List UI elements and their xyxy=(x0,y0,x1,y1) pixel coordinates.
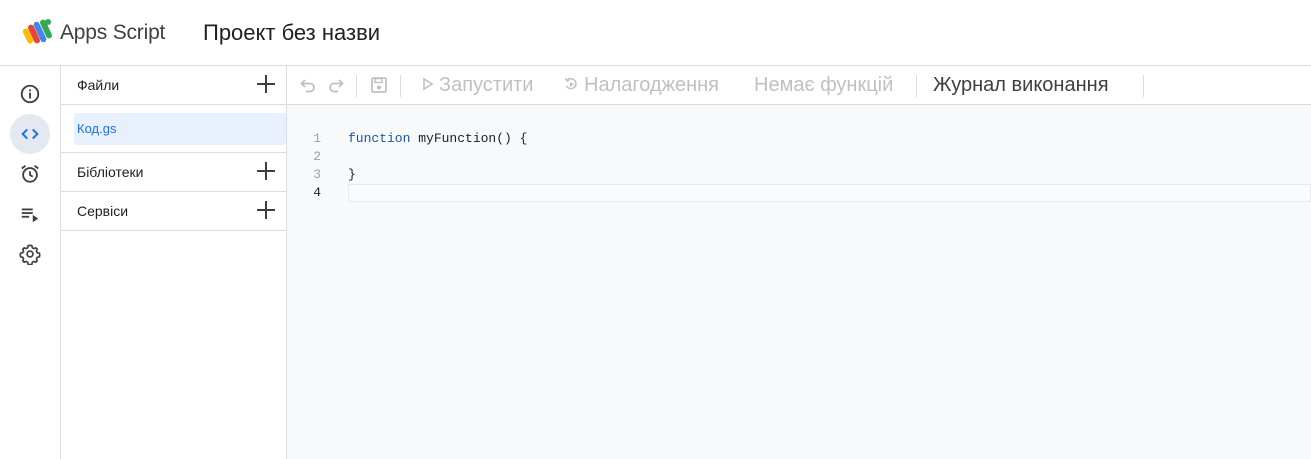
services-section-header: Сервіси xyxy=(61,192,286,231)
debug-icon xyxy=(564,77,577,90)
toolbar-divider xyxy=(400,75,401,97)
function-select[interactable]: Немає функцій xyxy=(754,74,893,97)
app-name[interactable]: Apps Script xyxy=(60,21,165,45)
alarm-clock-icon xyxy=(21,165,39,183)
gear-icon xyxy=(19,244,41,265)
line-content: } xyxy=(348,167,356,182)
line-number: 1 xyxy=(313,131,321,146)
files-label: Файли xyxy=(77,77,120,93)
debug-button[interactable]: Налагодження xyxy=(584,74,719,97)
current-line-highlight xyxy=(348,184,1311,202)
add-file-button[interactable] xyxy=(256,74,276,94)
toolbar-divider xyxy=(916,75,917,97)
undo-icon[interactable] xyxy=(299,76,317,94)
apps-script-logo-icon[interactable] xyxy=(22,18,54,48)
line-number: 2 xyxy=(313,149,321,164)
navigation-rail xyxy=(0,66,61,459)
playlist-play-icon xyxy=(21,208,39,223)
file-item-code-gs[interactable]: Код.gs xyxy=(74,113,286,145)
line-content: function myFunction() { xyxy=(348,131,527,146)
code-editor[interactable]: 1 function myFunction() { 2 3 } 4 xyxy=(287,105,1311,459)
add-service-button[interactable] xyxy=(256,200,276,220)
files-panel: Файли Код.gs Бібліотеки Сервіси xyxy=(61,66,287,459)
toolbar-divider xyxy=(1143,75,1144,97)
files-section-header: Файли xyxy=(61,66,286,105)
code-line: 3 } xyxy=(287,166,1311,184)
settings-button[interactable] xyxy=(10,234,50,274)
triggers-button[interactable] xyxy=(10,154,50,194)
project-title[interactable]: Проект без назви xyxy=(203,20,380,46)
add-library-button[interactable] xyxy=(256,161,276,181)
info-icon xyxy=(20,84,40,104)
code-line: 2 xyxy=(287,148,1311,166)
run-button[interactable]: Запустити xyxy=(439,74,533,97)
save-icon[interactable] xyxy=(370,76,388,94)
code-token: myFunction() { xyxy=(410,131,528,146)
execution-log-button[interactable]: Журнал виконання xyxy=(933,74,1109,97)
line-number: 3 xyxy=(313,167,321,182)
line-number: 4 xyxy=(313,185,321,200)
code-line-current: 4 xyxy=(287,184,1311,202)
overview-button[interactable] xyxy=(10,74,50,114)
top-app-bar: Apps Script Проект без назви xyxy=(0,0,1311,66)
file-list: Код.gs xyxy=(61,105,286,153)
editor-button[interactable] xyxy=(10,114,50,154)
keyword-token: function xyxy=(348,131,411,146)
toolbar-divider xyxy=(356,75,357,97)
editor-toolbar: Запустити Налагодження Немає функцій Жур… xyxy=(287,66,1311,105)
code-icon xyxy=(21,128,39,140)
file-name: Код.gs xyxy=(77,121,117,136)
play-icon xyxy=(423,77,434,91)
libraries-label: Бібліотеки xyxy=(77,164,144,180)
redo-icon[interactable] xyxy=(327,76,345,94)
services-label: Сервіси xyxy=(77,203,129,219)
libraries-section-header: Бібліотеки xyxy=(61,153,286,192)
code-line: 1 function myFunction() { xyxy=(287,130,1311,148)
executions-button[interactable] xyxy=(10,194,50,234)
